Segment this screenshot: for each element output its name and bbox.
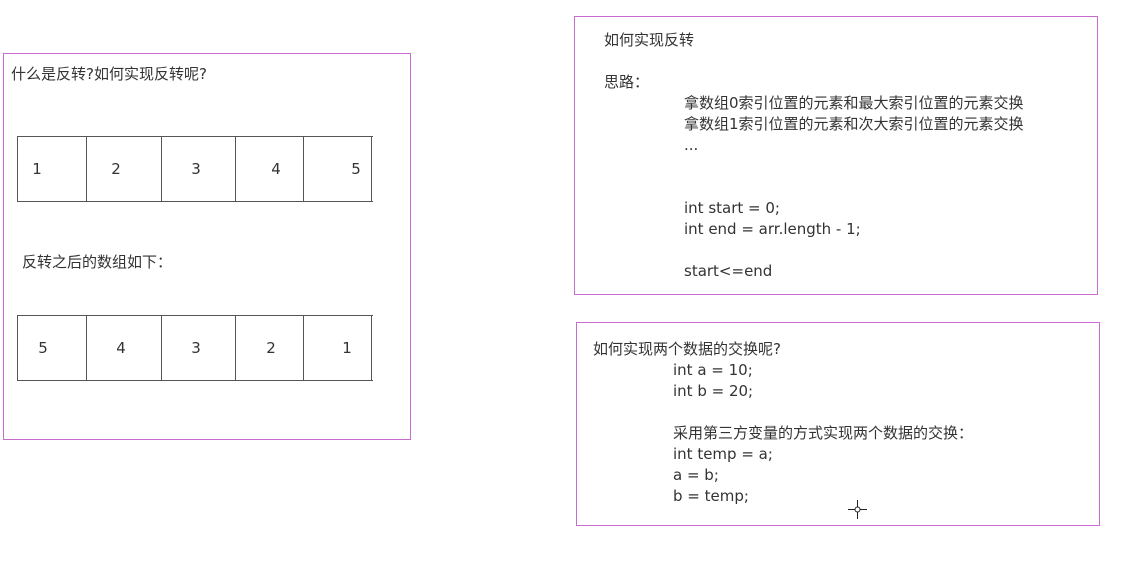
reversed-array: 5 4 3 2 1 <box>17 315 373 381</box>
code-line: a = b; <box>673 466 719 484</box>
idea-line: 拿数组1索引位置的元素和次大索引位置的元素交换 <box>684 115 1024 133</box>
array-border-right <box>371 315 372 381</box>
original-array: 1 2 3 4 5 <box>17 136 373 202</box>
code-line: int temp = a; <box>673 445 773 463</box>
panel-title: 如何实现两个数据的交换呢? <box>593 340 781 358</box>
array-divider <box>235 136 236 202</box>
array-divider <box>161 315 162 381</box>
array-divider <box>303 136 304 202</box>
code-line: int b = 20; <box>673 382 754 400</box>
idea-label: 思路： <box>604 73 650 91</box>
array-divider <box>86 136 87 202</box>
array-cell: 4 <box>116 339 126 357</box>
code-line: int a = 10; <box>673 361 753 379</box>
crosshair-cursor-icon <box>848 500 867 519</box>
code-line: start<=end <box>684 262 773 280</box>
swap-description: 采用第三方变量的方式实现两个数据的交换： <box>673 424 974 442</box>
reverse-concept-panel: 什么是反转?如何实现反转呢? 1 2 3 4 5 反转之后的数组如下： 5 4 … <box>3 53 411 440</box>
panel-title: 什么是反转?如何实现反转呢? <box>11 65 207 83</box>
code-line: int end = arr.length - 1; <box>684 220 861 238</box>
code-line: b = temp; <box>673 487 749 505</box>
after-reverse-label: 反转之后的数组如下： <box>22 253 173 271</box>
array-cell: 1 <box>32 160 42 178</box>
array-cell: 2 <box>266 339 276 357</box>
array-cell: 1 <box>342 339 352 357</box>
reverse-method-panel: 如何实现反转 思路： 拿数组0索引位置的元素和最大索引位置的元素交换 拿数组1索… <box>574 16 1098 295</box>
array-cell: 5 <box>351 160 361 178</box>
array-divider <box>86 315 87 381</box>
swap-method-panel: 如何实现两个数据的交换呢? int a = 10; int b = 20; 采用… <box>576 322 1100 526</box>
array-cell: 3 <box>191 160 201 178</box>
array-border-left <box>17 315 18 381</box>
array-divider <box>161 136 162 202</box>
array-border-left <box>17 136 18 202</box>
idea-line: 拿数组0索引位置的元素和最大索引位置的元素交换 <box>684 94 1024 112</box>
idea-line: ... <box>684 136 699 154</box>
array-cell: 3 <box>191 339 201 357</box>
array-cell: 2 <box>111 160 121 178</box>
array-cell: 5 <box>38 339 48 357</box>
code-line: int start = 0; <box>684 199 780 217</box>
array-cell: 4 <box>271 160 281 178</box>
array-divider <box>303 315 304 381</box>
panel-title: 如何实现反转 <box>604 31 695 49</box>
array-border-right <box>371 136 372 202</box>
array-divider <box>235 315 236 381</box>
